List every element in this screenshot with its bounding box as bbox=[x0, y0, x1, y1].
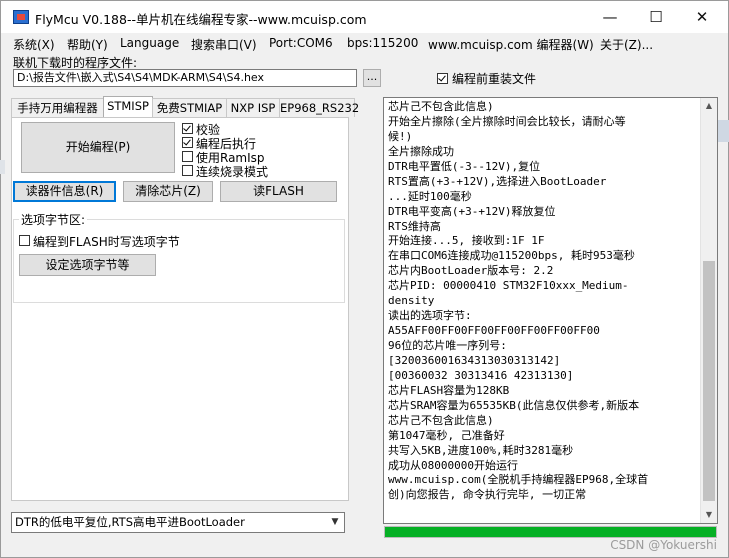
log-line: 成功从08000000开始运行 bbox=[388, 458, 518, 472]
log-line: 芯片内BootLoader版本号: 2.2 bbox=[388, 264, 554, 278]
log-line: 开始连接...5, 接收到:1F 1F bbox=[388, 234, 545, 248]
tab-stmisp[interactable]: STMISP bbox=[103, 96, 153, 118]
log-line: ...延时100毫秒 bbox=[388, 189, 472, 203]
continuous-burn-label: 连续烧录模式 bbox=[196, 165, 269, 179]
reload-before-program-checkbox[interactable] bbox=[437, 73, 448, 84]
stmisp-panel bbox=[11, 117, 349, 501]
maximize-button[interactable]: ☐ bbox=[633, 1, 679, 33]
set-option-bytes-button[interactable]: 设定选项字节等 bbox=[19, 254, 156, 276]
read-device-info-button[interactable]: 读器件信息(R) bbox=[13, 181, 116, 202]
log-line: 在串口COM6连接成功@115200bps, 耗时953毫秒 bbox=[388, 249, 635, 263]
log-line: RTS维持高 bbox=[388, 219, 441, 233]
log-line: 读出的选项字节: bbox=[388, 309, 472, 323]
close-button[interactable]: ✕ bbox=[679, 1, 725, 33]
use-ramisp-checkbox[interactable] bbox=[182, 151, 193, 162]
log-line: 共写入5KB,进度100%,耗时3281毫秒 bbox=[388, 443, 574, 457]
option-bytes-group-title: 选项字节区: bbox=[19, 211, 88, 228]
log-line: density bbox=[388, 294, 435, 308]
log-line: 芯片PID: 00000410 STM32F10xxx_Medium- bbox=[388, 279, 629, 293]
log-line: 96位的芯片唯一序列号: bbox=[388, 339, 507, 352]
log-line: 芯片FLASH容量为128KB bbox=[388, 383, 510, 397]
tab-nxp-isp[interactable]: NXP ISP bbox=[226, 98, 280, 117]
log-line: 芯片己不包含此信息) bbox=[388, 413, 494, 427]
log-lines: 芯片己不包含此信息) 开始全片擦除(全片擦除时间会比较长，请耐心等 候!) 全片擦除成… bbox=[388, 100, 700, 503]
background-window-edge bbox=[718, 120, 729, 142]
progress-bar-fill bbox=[385, 527, 716, 537]
browse-file-button[interactable]: ... bbox=[363, 69, 381, 87]
program-file-path-input[interactable]: D:\报告文件\嵌入式\S4\S4\MDK-ARM\S4\S4.hex bbox=[13, 69, 357, 87]
title-bar[interactable]: FlyMcu V0.188--单片机在线编程专家--www.mcuisp.com… bbox=[1, 1, 728, 33]
log-line: RTS置高(+3-+12V),选择进入BootLoader bbox=[388, 174, 607, 188]
write-option-bytes-checkbox[interactable] bbox=[19, 235, 30, 246]
log-line: 创)向您报告, 命令执行完毕, 一切正常 bbox=[388, 488, 587, 502]
menu-help[interactable]: 帮助(Y) bbox=[67, 36, 108, 53]
tab-ep968-rs232[interactable]: EP968_RS232 bbox=[279, 98, 359, 117]
reset-mode-selected-value: DTR的低电平复位,RTS高电平进BootLoader bbox=[15, 515, 245, 529]
tab-handheld-programmer[interactable]: 手持万用编程器 bbox=[11, 98, 104, 117]
app-window: FlyMcu V0.188--单片机在线编程专家--www.mcuisp.com… bbox=[0, 0, 729, 558]
log-line: DTR电平变高(+3-+12V)释放复位 bbox=[388, 204, 556, 218]
menu-search-port[interactable]: 搜索串口(V) bbox=[191, 36, 257, 53]
log-line: 芯片己不包含此信息) bbox=[388, 100, 494, 113]
start-program-button[interactable]: 开始编程(P) bbox=[21, 122, 175, 173]
verify-checkbox[interactable] bbox=[182, 123, 193, 134]
log-line: 芯片SRAM容量为65535KB(此信息仅供参考,新版本 bbox=[388, 398, 640, 412]
continuous-burn-checkbox[interactable] bbox=[182, 165, 193, 176]
write-option-bytes-label: 编程到FLASH时写选项字节 bbox=[33, 235, 180, 249]
menu-programmer[interactable]: www.mcuisp.com 编程器(W) bbox=[428, 36, 594, 53]
scroll-up-arrow-icon[interactable]: ▲ bbox=[701, 98, 717, 114]
log-line: 开始全片擦除(全片擦除时间会比较长，请耐心等 bbox=[388, 114, 626, 128]
log-scrollbar[interactable]: ▲ ▼ bbox=[700, 98, 717, 523]
log-line: www.mcuisp.com(全脱机手持编程器EP968,全球首 bbox=[388, 473, 649, 487]
read-flash-button[interactable]: 读FLASH bbox=[220, 181, 337, 202]
scroll-down-arrow-icon[interactable]: ▼ bbox=[701, 507, 717, 523]
log-line: 第1047毫秒, 己准备好 bbox=[388, 428, 505, 442]
reset-mode-select[interactable]: DTR的低电平复位,RTS高电平进BootLoader ▼ bbox=[11, 512, 345, 533]
csdn-watermark: CSDN @Yokuershi bbox=[610, 538, 717, 552]
log-line: [00360032 30313416 42313130] bbox=[388, 368, 574, 382]
log-line: [3200360016343130303131​42] bbox=[388, 353, 561, 367]
menu-about[interactable]: 关于(Z)... bbox=[600, 36, 653, 53]
minimize-button[interactable]: — bbox=[587, 1, 633, 33]
menu-bar: 系统(X) 帮助(Y) Language 搜索串口(V) Port:COM6 b… bbox=[1, 34, 728, 54]
tab-free-stmiap[interactable]: 免费STMIAP bbox=[152, 98, 227, 117]
run-after-program-checkbox[interactable] bbox=[182, 137, 193, 148]
flymcu-app-icon bbox=[13, 10, 29, 24]
menu-language[interactable]: Language bbox=[120, 36, 179, 50]
log-line: 候!) bbox=[388, 129, 413, 143]
log-output[interactable]: 芯片己不包含此信息) 开始全片擦除(全片擦除时间会比较长，请耐心等 候!) 全片擦除成… bbox=[383, 97, 718, 524]
scrollbar-thumb[interactable] bbox=[703, 261, 715, 501]
progress-bar bbox=[384, 526, 717, 538]
window-title: FlyMcu V0.188--单片机在线编程专家--www.mcuisp.com bbox=[35, 12, 367, 27]
menu-system[interactable]: 系统(X) bbox=[13, 36, 55, 53]
erase-chip-button[interactable]: 清除芯片(Z) bbox=[123, 181, 213, 202]
log-line: DTR电平置低(-3--12V),复位 bbox=[388, 159, 541, 173]
menu-port[interactable]: Port:COM6 bbox=[269, 36, 333, 50]
chevron-down-icon: ▼ bbox=[331, 517, 339, 527]
background-window-edge-left bbox=[0, 160, 5, 174]
log-line: A55AFF00FF00FF00FF00FF00FF00FF00 bbox=[388, 324, 600, 338]
menu-baudrate[interactable]: bps:115200 bbox=[347, 36, 418, 50]
reload-before-program-label: 编程前重装文件 bbox=[452, 72, 537, 86]
log-line: 全片擦除成功 bbox=[388, 144, 454, 158]
